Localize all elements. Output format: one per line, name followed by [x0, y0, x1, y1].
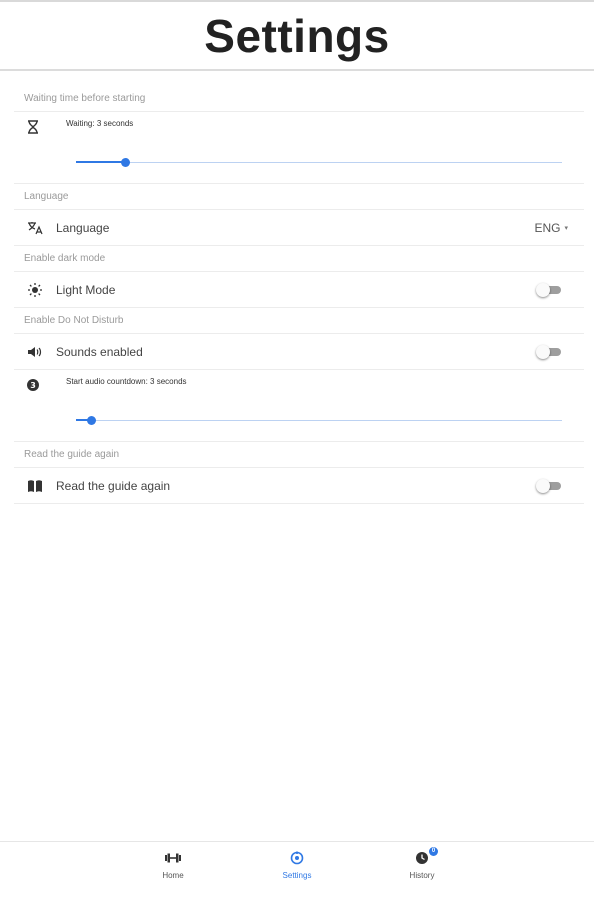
settings-list: Waiting time before starting Waiting: 3 … — [14, 86, 584, 504]
waiting-time-caption: Waiting: 3 seconds — [66, 119, 134, 128]
slider-track — [76, 420, 562, 421]
dumbbell-icon — [164, 850, 182, 866]
sounds-row: Sounds enabled — [14, 334, 584, 370]
light-mode-row: Light Mode — [14, 272, 584, 308]
translate-icon — [14, 221, 56, 235]
waiting-time-slider[interactable] — [76, 158, 562, 168]
sun-icon — [14, 282, 56, 298]
history-badge: 0 — [429, 847, 438, 856]
language-select[interactable]: ENG ▾ — [534, 221, 568, 235]
slider-thumb[interactable] — [120, 158, 130, 167]
section-label-language: Language — [14, 184, 584, 210]
gear-icon — [290, 850, 304, 866]
slider-fill — [76, 161, 125, 163]
book-icon — [14, 479, 56, 493]
language-value: ENG — [534, 221, 561, 235]
nav-label-settings: Settings — [282, 871, 312, 880]
svg-text:3: 3 — [30, 381, 36, 390]
sounds-label: Sounds enabled — [56, 344, 143, 359]
slider-thumb[interactable] — [86, 416, 96, 425]
section-label-dnd: Enable Do Not Disturb — [14, 308, 584, 334]
toggle-knob — [536, 345, 550, 359]
chevron-down-icon: ▾ — [564, 225, 568, 232]
nav-label-history: History — [409, 871, 435, 880]
language-label: Language — [56, 220, 110, 235]
countdown-caption: Start audio countdown: 3 seconds — [66, 377, 187, 386]
bottom-nav: Home Settings 0 History — [0, 841, 594, 900]
timer-icon: 3 — [14, 378, 52, 392]
guide-toggle[interactable] — [536, 479, 562, 493]
slider-track — [76, 162, 562, 163]
countdown-row: 3 Start audio countdown: 3 seconds — [14, 370, 584, 442]
nav-item-home[interactable]: Home — [133, 850, 213, 880]
nav-label-home: Home — [162, 871, 184, 880]
waiting-time-row: Waiting: 3 seconds — [14, 112, 584, 184]
app-header: Settings — [0, 2, 594, 71]
section-label-dark-mode: Enable dark mode — [14, 246, 584, 272]
nav-item-history[interactable]: 0 History — [382, 847, 462, 880]
toggle-knob — [536, 479, 550, 493]
dark-mode-toggle[interactable] — [536, 283, 562, 297]
section-label-guide: Read the guide again — [14, 442, 584, 468]
sounds-toggle[interactable] — [536, 345, 562, 359]
history-icon: 0 — [382, 847, 462, 866]
hourglass-icon — [14, 120, 52, 134]
guide-row: Read the guide again — [14, 468, 584, 504]
countdown-slider[interactable] — [76, 416, 562, 426]
nav-item-settings[interactable]: Settings — [257, 850, 337, 880]
guide-label: Read the guide again — [56, 478, 171, 493]
page-title: Settings — [204, 9, 390, 62]
speaker-icon — [14, 345, 56, 359]
language-row[interactable]: Language ENG ▾ — [14, 210, 584, 246]
toggle-knob — [536, 283, 550, 297]
section-label-waiting: Waiting time before starting — [14, 86, 584, 112]
light-mode-label: Light Mode — [56, 282, 116, 297]
